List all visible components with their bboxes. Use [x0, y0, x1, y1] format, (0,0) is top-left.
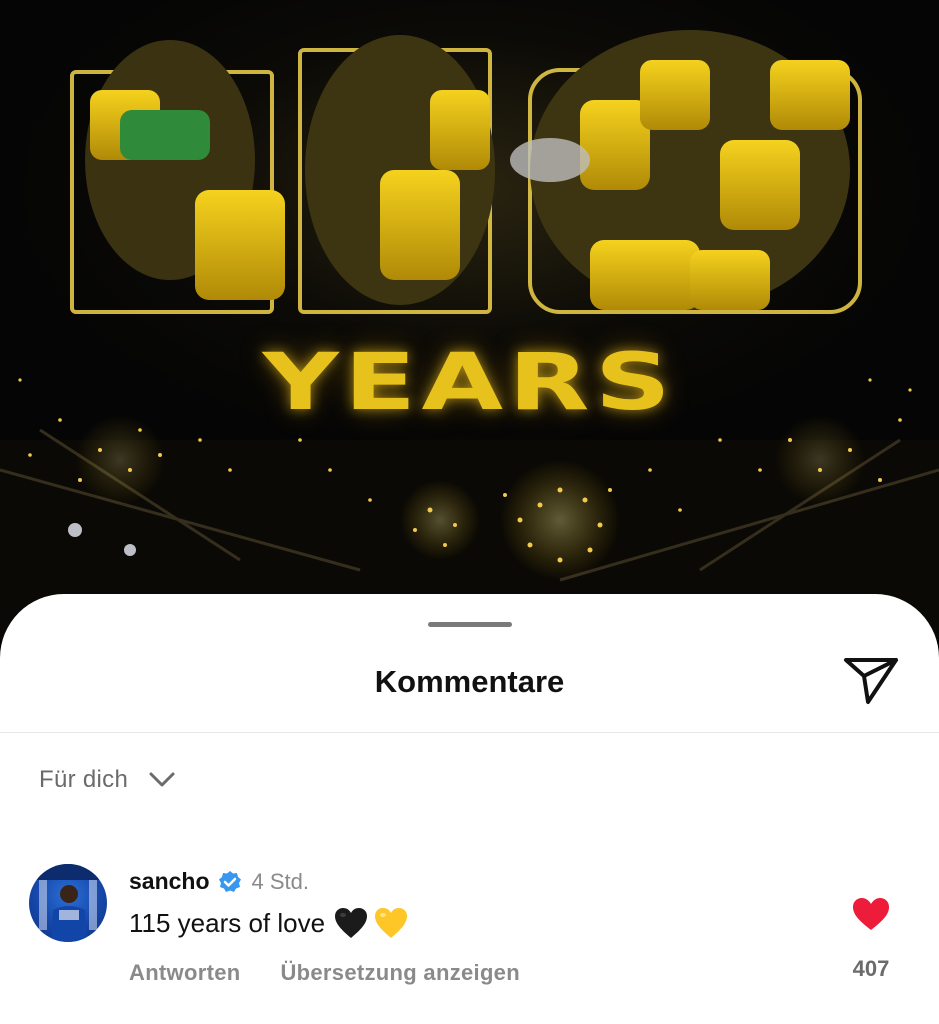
comment-username[interactable]: sancho	[129, 868, 210, 895]
like-count: 407	[852, 956, 890, 981]
sort-filter-label: Für dich	[39, 766, 129, 793]
comment-text: 115 years of love	[129, 907, 326, 938]
comment-actions: Antworten Übersetzung anzeigen	[129, 960, 520, 986]
translate-button[interactable]: Übersetzung anzeigen	[280, 960, 519, 986]
comment-header: sancho 4 Std.	[129, 868, 309, 895]
paper-plane-icon	[844, 658, 898, 704]
post-image: YEARS	[0, 0, 939, 640]
avatar[interactable]	[29, 864, 107, 942]
chevron-down-icon	[149, 772, 175, 787]
sheet-title: Kommentare	[374, 664, 565, 699]
sheet-grabber-handle[interactable]	[428, 622, 512, 627]
avatar-image	[29, 864, 107, 942]
sort-filter-dropdown[interactable]: Für dich	[39, 766, 176, 794]
black-heart-icon	[335, 908, 368, 938]
like-button[interactable]	[851, 896, 891, 937]
reply-button[interactable]: Antworten	[129, 960, 240, 986]
comment-timestamp: 4 Std.	[251, 868, 310, 894]
comment-body: 115 years of love	[129, 906, 409, 940]
yellow-heart-icon	[375, 908, 408, 938]
heart-filled-icon	[853, 898, 889, 930]
post-image-artwork	[0, 30, 939, 640]
share-button[interactable]	[838, 652, 904, 708]
comments-sheet: Kommentare Für dich sancho 4 Std. 115 ye…	[0, 594, 939, 1024]
years-banner-text: YEARS	[262, 338, 677, 428]
header-divider	[0, 732, 939, 733]
verified-badge-icon	[218, 870, 241, 892]
